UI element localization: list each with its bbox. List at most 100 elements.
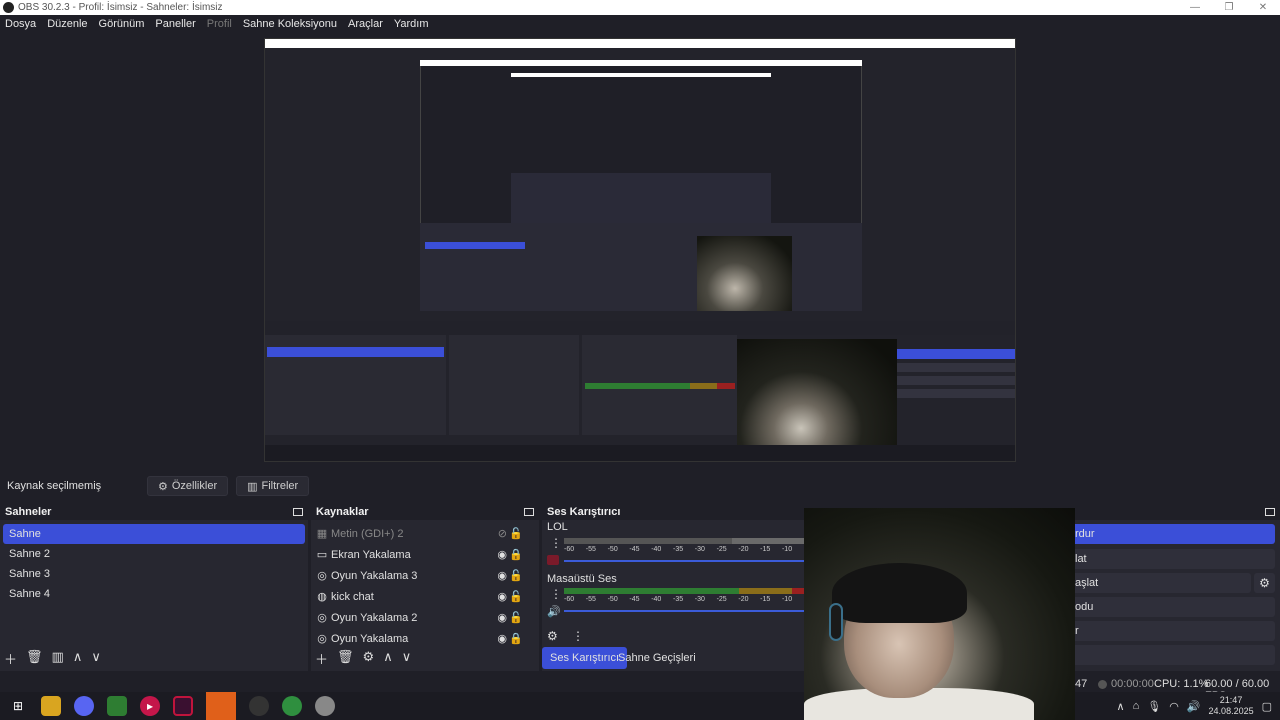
eye-icon[interactable]: ◉ bbox=[497, 548, 507, 561]
menu-yardim[interactable]: Yardım bbox=[394, 18, 429, 30]
volume-slider[interactable] bbox=[564, 610, 804, 612]
menu-gorunum[interactable]: Görünüm bbox=[99, 18, 145, 30]
level-meter bbox=[564, 588, 804, 594]
unlock-icon[interactable]: 🔓 bbox=[509, 527, 523, 540]
gear-icon: ⚙ bbox=[1259, 576, 1270, 590]
trash-icon[interactable]: 🗑 bbox=[26, 649, 43, 668]
undock-icon[interactable] bbox=[293, 507, 303, 516]
menu-duzenle[interactable]: Düzenle bbox=[47, 18, 87, 30]
menu-dosya[interactable]: Dosya bbox=[5, 18, 36, 30]
unlock-icon[interactable]: 🔓 bbox=[509, 611, 523, 624]
nested-title-bar-3 bbox=[511, 73, 771, 77]
taskbar: ⊞ ▸ ∧ ⌂ 🎙 ◠ 🔊 21:47 24.08.2025 ▢ bbox=[0, 692, 1280, 720]
menu-dots-icon[interactable]: ⋮ bbox=[550, 587, 562, 601]
arrow-up-icon[interactable]: ∧ bbox=[73, 649, 83, 668]
network-icon[interactable]: ⌂ bbox=[1133, 700, 1140, 712]
eye-icon[interactable]: ◉ bbox=[497, 590, 507, 603]
frames-count: 47 bbox=[1075, 678, 1088, 690]
discord-icon[interactable] bbox=[74, 696, 94, 716]
menu-bar: Dosya Düzenle Görünüm Paneller Profil Sa… bbox=[0, 15, 1280, 32]
nested-panel-medium bbox=[420, 223, 862, 311]
lock-icon[interactable]: 🔒 bbox=[509, 548, 523, 561]
arrow-down-icon[interactable]: ∨ bbox=[402, 649, 412, 668]
advanced-audio-icon[interactable]: ⚙ bbox=[547, 629, 558, 643]
eye-icon[interactable]: ◉ bbox=[497, 632, 507, 645]
volume-slider[interactable] bbox=[564, 560, 804, 562]
scene-item[interactable]: Sahne 3 bbox=[3, 564, 305, 584]
menu-paneller[interactable]: Paneller bbox=[155, 18, 195, 30]
source-item[interactable]: ◎ Oyun Yakalama 3 ◉ 🔓 bbox=[311, 565, 539, 586]
settings-button[interactable]: r bbox=[1055, 621, 1275, 641]
close-icon[interactable]: ✕ bbox=[1246, 0, 1280, 15]
exit-button[interactable] bbox=[1055, 645, 1275, 665]
wifi-icon[interactable]: ◠ bbox=[1169, 700, 1179, 713]
minecraft-icon[interactable] bbox=[107, 696, 127, 716]
preview-canvas[interactable] bbox=[0, 32, 1280, 468]
menu-dots-icon[interactable]: ⋮ bbox=[572, 629, 584, 643]
gamepad-icon: ◎ bbox=[317, 633, 327, 645]
add-icon[interactable]: ＋ bbox=[315, 649, 328, 668]
source-status: Kaynak seçilmemiş bbox=[7, 480, 102, 492]
undock-icon[interactable] bbox=[524, 507, 534, 516]
unlock-icon[interactable]: 🔓 bbox=[509, 590, 523, 603]
arrow-up-icon[interactable]: ∧ bbox=[383, 649, 393, 668]
volume-icon[interactable]: 🔊 bbox=[1187, 700, 1201, 713]
chevron-up-icon[interactable]: ∧ bbox=[1117, 700, 1125, 713]
studio-mode-button[interactable]: odu bbox=[1055, 597, 1275, 617]
media-player-icon[interactable]: ▸ bbox=[140, 696, 160, 716]
window-title: OBS 30.2.3 - Profil: İsimsiz - Sahneler:… bbox=[18, 2, 223, 13]
filters-button[interactable]: ▥ Filtreler bbox=[236, 476, 310, 496]
file-explorer-icon[interactable] bbox=[41, 696, 61, 716]
lock-icon[interactable]: 🔒 bbox=[509, 632, 523, 645]
arrow-down-icon[interactable]: ∨ bbox=[91, 649, 101, 668]
eye-off-icon[interactable]: ⊘ bbox=[498, 527, 507, 540]
source-item[interactable]: ◎ Oyun Yakalama 2 ◉ 🔓 bbox=[311, 607, 539, 628]
windows-start-icon[interactable]: ⊞ bbox=[8, 696, 28, 716]
notification-icon[interactable]: ▢ bbox=[1262, 700, 1272, 713]
filter-icon[interactable]: ▥ bbox=[52, 649, 64, 668]
app-icon[interactable] bbox=[315, 696, 335, 716]
nested-scene-highlight bbox=[267, 347, 444, 357]
virtual-camera-button[interactable]: aşlat bbox=[1055, 573, 1251, 593]
league-client-icon[interactable] bbox=[206, 692, 236, 720]
menu-sahne-koleksiyonu[interactable]: Sahne Koleksiyonu bbox=[243, 18, 337, 30]
restore-icon[interactable]: ❐ bbox=[1212, 0, 1246, 15]
muted-speaker-icon[interactable] bbox=[547, 555, 559, 565]
webcam-hair bbox=[832, 563, 967, 623]
nested-panel-small bbox=[511, 173, 771, 223]
eye-icon[interactable]: ◉ bbox=[497, 569, 507, 582]
menu-dots-icon[interactable]: ⋮ bbox=[550, 536, 562, 550]
source-item[interactable]: ▭ Ekran Yakalama ◉ 🔒 bbox=[311, 544, 539, 565]
properties-button[interactable]: ⚙ Özellikler bbox=[147, 476, 229, 496]
opera-gx-icon[interactable] bbox=[173, 696, 193, 716]
eye-icon[interactable]: ◉ bbox=[497, 611, 507, 624]
sources-dock: Kaynaklar ▦ Metin (GDI+) 2 ⊘ 🔓 ▭ Ekran Y… bbox=[311, 503, 539, 671]
menu-araclar[interactable]: Araçlar bbox=[348, 18, 383, 30]
undock-icon[interactable] bbox=[1265, 507, 1275, 516]
obs-logo-icon bbox=[3, 2, 14, 13]
microphone-icon[interactable]: 🎙 bbox=[1147, 700, 1161, 713]
nested-scene-active bbox=[425, 242, 525, 249]
menu-profil[interactable]: Profil bbox=[207, 18, 232, 30]
scene-item[interactable]: Sahne 4 bbox=[3, 584, 305, 604]
add-icon[interactable]: ＋ bbox=[4, 649, 17, 668]
stream-button[interactable]: rdur bbox=[1055, 524, 1275, 544]
globe-icon: ◍ bbox=[317, 591, 327, 603]
virtual-camera-settings-button[interactable]: ⚙ bbox=[1254, 573, 1275, 593]
source-item[interactable]: ◎ Oyun Yakalama ◉ 🔒 bbox=[311, 628, 539, 649]
gear-icon[interactable]: ⚙ bbox=[363, 649, 375, 668]
source-item[interactable]: ▦ Metin (GDI+) 2 ⊘ 🔓 bbox=[311, 523, 539, 544]
speaker-icon[interactable]: 🔊 bbox=[547, 605, 561, 618]
minimize-icon[interactable]: — bbox=[1178, 0, 1212, 15]
chrome-icon[interactable] bbox=[282, 696, 302, 716]
tab-scene-transitions[interactable]: Sahne Geçişleri bbox=[610, 647, 704, 669]
record-button[interactable]: lat bbox=[1055, 549, 1275, 569]
webcam-overlay bbox=[804, 508, 1075, 720]
unlock-icon[interactable]: 🔓 bbox=[509, 569, 523, 582]
source-item[interactable]: ◍ kick chat ◉ 🔓 bbox=[311, 586, 539, 607]
scene-item[interactable]: Sahne 2 bbox=[3, 544, 305, 564]
obs-icon[interactable] bbox=[249, 696, 269, 716]
clock[interactable]: 21:47 24.08.2025 bbox=[1209, 695, 1254, 717]
scene-item[interactable]: Sahne bbox=[3, 524, 305, 544]
trash-icon[interactable]: 🗑 bbox=[337, 649, 354, 668]
